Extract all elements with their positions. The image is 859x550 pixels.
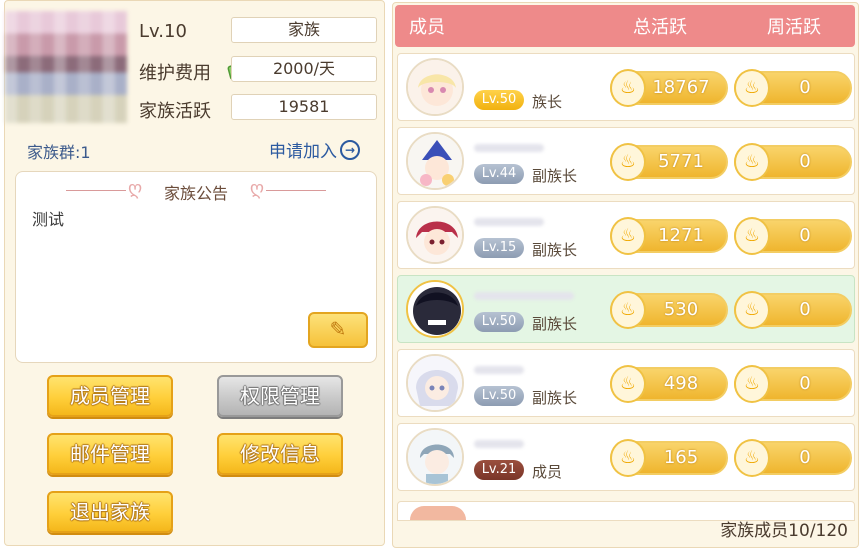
header-total-activity: 总活跃 xyxy=(633,17,687,38)
total-activity-value: 1271 xyxy=(658,225,704,246)
total-activity-value: 18767 xyxy=(652,77,710,98)
member-avatar[interactable] xyxy=(406,428,464,486)
family-name-field: 家族 xyxy=(231,17,377,43)
apply-join-link[interactable]: 申请加入 → xyxy=(269,137,360,162)
notice-text: 测试 xyxy=(32,210,65,229)
edit-notice-button[interactable]: ✎ xyxy=(308,312,368,348)
total-activity-pill: ♨ 530 xyxy=(610,291,728,329)
total-activity-pill: ♨ 18767 xyxy=(610,69,728,107)
flame-icon: ♨ xyxy=(610,439,646,477)
maintenance-label: 维护费用 xyxy=(139,63,211,84)
member-level-badge: Lv.50 xyxy=(474,312,524,332)
apply-join-label: 申请加入 xyxy=(269,142,337,162)
member-row[interactable]: Lv.15 副族长 ♨ 1271 ♨ 0 xyxy=(397,201,855,269)
member-role: 副族长 xyxy=(532,241,578,259)
leave-family-button[interactable]: 退出家族 xyxy=(47,491,173,533)
member-list-panel: 成员 总活跃 周活跃 Lv.50 族长 ♨ 18767 ♨ 0 Lv.44 副族… xyxy=(392,2,859,548)
activity-label: 家族活跃 xyxy=(139,101,211,122)
weekly-activity-pill: ♨ 0 xyxy=(734,365,852,403)
member-avatar-partial xyxy=(410,506,466,520)
member-name-blurred xyxy=(474,366,524,374)
family-info-panel: Lv.10 家族 维护费用 2000/天 家族活跃 19581 家族群:1 申请… xyxy=(4,0,385,546)
arrow-right-icon: → xyxy=(340,139,360,160)
pencil-icon: ✎ xyxy=(329,317,347,341)
total-activity-pill: ♨ 165 xyxy=(610,439,728,477)
flame-icon: ♨ xyxy=(610,291,646,329)
weekly-activity-value: 0 xyxy=(799,447,811,468)
flame-icon: ♨ xyxy=(610,365,646,403)
member-avatar[interactable] xyxy=(406,132,464,190)
member-level-badge: Lv.21 xyxy=(474,460,524,480)
edit-info-button[interactable]: 修改信息 xyxy=(217,433,343,475)
notice-divider-right xyxy=(266,190,326,191)
member-row[interactable]: Lv.50 族长 ♨ 18767 ♨ 0 xyxy=(397,53,855,121)
family-group-label: 家族群:1 xyxy=(27,143,91,162)
member-list-header: 成员 总活跃 周活跃 xyxy=(395,5,855,47)
flame-icon: ♨ xyxy=(734,439,770,477)
member-row[interactable]: Lv.50 副族长 ♨ 498 ♨ 0 xyxy=(397,349,855,417)
total-activity-pill: ♨ 498 xyxy=(610,365,728,403)
member-name-blurred xyxy=(474,144,544,152)
weekly-activity-pill: ♨ 0 xyxy=(734,143,852,181)
notice-title: 家族公告 xyxy=(163,184,228,203)
member-role: 副族长 xyxy=(532,389,578,407)
maintenance-value: 2000/天 xyxy=(272,59,336,78)
activity-value-field: 19581 xyxy=(231,94,377,120)
member-avatar[interactable] xyxy=(406,280,464,338)
member-role: 副族长 xyxy=(532,167,578,185)
flame-icon: ♨ xyxy=(734,69,770,107)
total-activity-value: 498 xyxy=(663,373,699,394)
flame-icon: ♨ xyxy=(610,217,646,255)
weekly-activity-pill: ♨ 0 xyxy=(734,439,852,477)
total-activity-value: 530 xyxy=(663,299,699,320)
member-avatar[interactable] xyxy=(406,58,464,116)
member-row[interactable]: Lv.44 副族长 ♨ 5771 ♨ 0 xyxy=(397,127,855,195)
family-avatar xyxy=(5,11,127,123)
member-name-blurred xyxy=(474,218,544,226)
weekly-activity-pill: ♨ 0 xyxy=(734,217,852,255)
weekly-activity-pill: ♨ 0 xyxy=(734,291,852,329)
total-activity-value: 165 xyxy=(663,447,699,468)
weekly-activity-value: 0 xyxy=(799,225,811,246)
header-weekly-activity: 周活跃 xyxy=(767,17,821,38)
member-role: 副族长 xyxy=(532,315,578,333)
member-row[interactable]: Lv.21 成员 ♨ 165 ♨ 0 xyxy=(397,423,855,491)
total-activity-pill: ♨ 5771 xyxy=(610,143,728,181)
flame-icon: ♨ xyxy=(734,217,770,255)
header-member: 成员 xyxy=(409,17,445,38)
member-level-badge: Lv.44 xyxy=(474,164,524,184)
member-role: 族长 xyxy=(532,93,563,111)
member-name-blurred xyxy=(474,440,524,448)
member-name-blurred xyxy=(474,292,574,300)
weekly-activity-value: 0 xyxy=(799,373,811,394)
weekly-activity-pill: ♨ 0 xyxy=(734,69,852,107)
member-level-badge: Lv.15 xyxy=(474,238,524,258)
flame-icon: ♨ xyxy=(734,291,770,329)
maintenance-value-field: 2000/天 xyxy=(231,56,377,82)
flame-icon: ♨ xyxy=(610,69,646,107)
member-row-self[interactable]: Lv.50 副族长 ♨ 530 ♨ 0 xyxy=(397,275,855,343)
member-avatar[interactable] xyxy=(406,354,464,412)
family-level: Lv.10 xyxy=(139,21,187,42)
activity-value: 19581 xyxy=(278,97,330,116)
flame-icon: ♨ xyxy=(610,143,646,181)
total-activity-pill: ♨ 1271 xyxy=(610,217,728,255)
weekly-activity-value: 0 xyxy=(799,299,811,320)
family-name: 家族 xyxy=(287,20,320,39)
member-level-badge: Lv.50 xyxy=(474,90,524,110)
total-activity-value: 5771 xyxy=(658,151,704,172)
member-manage-button[interactable]: 成员管理 xyxy=(47,375,173,417)
flame-icon: ♨ xyxy=(734,365,770,403)
member-role: 成员 xyxy=(532,463,563,481)
mail-manage-button[interactable]: 邮件管理 xyxy=(47,433,173,475)
member-level-badge: Lv.50 xyxy=(474,386,524,406)
member-avatar[interactable] xyxy=(406,206,464,264)
weekly-activity-value: 0 xyxy=(799,77,811,98)
flame-icon: ♨ xyxy=(734,143,770,181)
weekly-activity-value: 0 xyxy=(799,151,811,172)
wing-right-icon: ღ xyxy=(249,178,264,199)
family-notice-box: ღ 家族公告 ღ 测试 ✎ xyxy=(15,171,377,363)
member-count: 家族成员10/120 xyxy=(720,521,848,541)
permission-manage-button[interactable]: 权限管理 xyxy=(217,375,343,417)
